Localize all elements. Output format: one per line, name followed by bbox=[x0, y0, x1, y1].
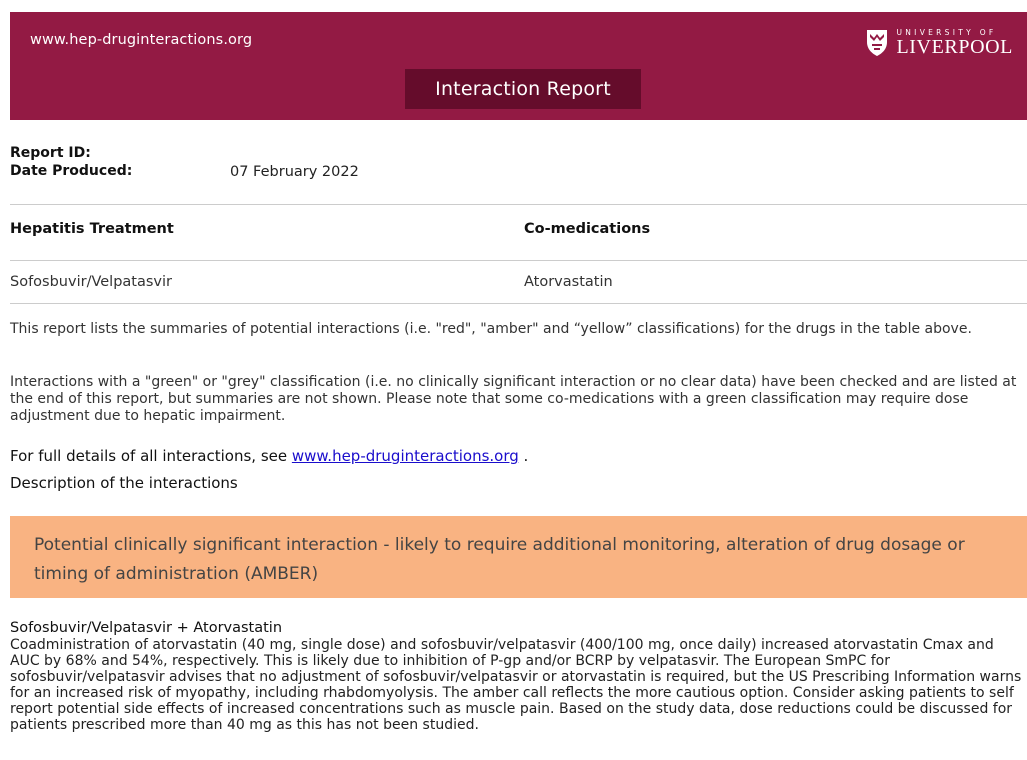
full-details-link[interactable]: www.hep-druginteractions.org bbox=[292, 447, 519, 465]
date-produced-label: Date Produced: bbox=[10, 163, 133, 179]
page-title: Interaction Report bbox=[405, 69, 641, 109]
date-produced-value: 07 February 2022 bbox=[230, 164, 359, 180]
university-crest-icon bbox=[867, 30, 888, 56]
divider bbox=[10, 303, 1027, 304]
amber-classification-text: Potential clinically significant interac… bbox=[34, 535, 965, 584]
full-details-suffix: . bbox=[518, 447, 529, 465]
logo-line-liverpool: LIVERPOOL bbox=[896, 36, 1013, 59]
report-page: www.hep-druginteractions.org UNIVERSITY … bbox=[0, 0, 1027, 760]
report-id-label: Report ID: bbox=[10, 145, 91, 161]
full-details-line: For full details of all interactions, se… bbox=[10, 447, 528, 465]
divider bbox=[10, 260, 1027, 261]
intro-paragraph-2: Interactions with a "green" or "grey" cl… bbox=[10, 374, 1017, 424]
table-cell-co-medication: Atorvastatin bbox=[524, 274, 613, 290]
intro-paragraph-1: This report lists the summaries of poten… bbox=[10, 321, 972, 337]
divider bbox=[10, 204, 1027, 205]
header-band: www.hep-druginteractions.org UNIVERSITY … bbox=[10, 12, 1027, 120]
table-header-hepatitis-treatment: Hepatitis Treatment bbox=[10, 221, 174, 237]
header-url: www.hep-druginteractions.org bbox=[30, 32, 253, 48]
table-header-co-medications: Co-medications bbox=[524, 221, 651, 237]
amber-classification-banner: Potential clinically significant interac… bbox=[10, 516, 1027, 598]
interaction-summary: Coadministration of atorvastatin (40 mg,… bbox=[10, 637, 1022, 733]
full-details-prefix: For full details of all interactions, se… bbox=[10, 447, 292, 465]
interaction-title: Sofosbuvir/Velpatasvir + Atorvastatin bbox=[10, 620, 283, 636]
logo-line-university: UNIVERSITY OF bbox=[896, 27, 997, 37]
university-logo: UNIVERSITY OF LIVERPOOL bbox=[865, 26, 1013, 60]
description-heading: Description of the interactions bbox=[10, 474, 238, 492]
table-cell-treatment: Sofosbuvir/Velpatasvir bbox=[10, 274, 172, 290]
